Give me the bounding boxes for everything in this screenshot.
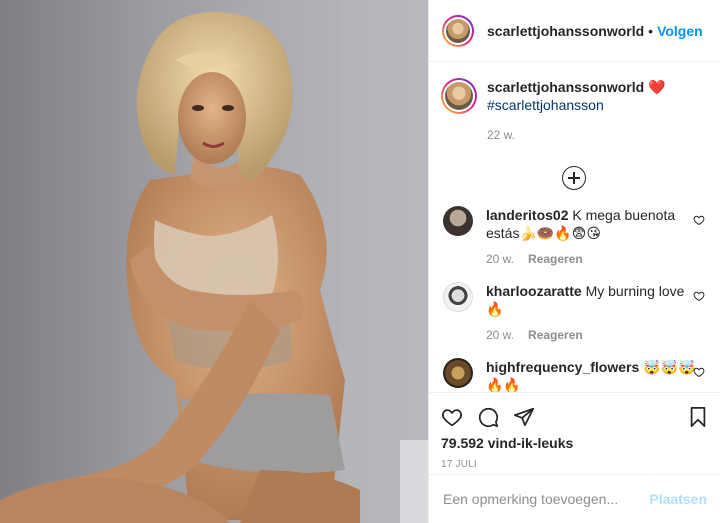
post-photo-illustration: [0, 0, 428, 523]
comment-avatar[interactable]: [443, 358, 473, 388]
bookmark-icon[interactable]: [687, 406, 709, 428]
comment-item: highfrequency_flowers 🤯🤯🤯🔥🔥: [441, 358, 707, 392]
add-comment-bar: Plaatsen: [429, 474, 720, 523]
follow-button[interactable]: Volgen: [657, 23, 703, 39]
header-username[interactable]: scarlettjohanssonworld: [487, 23, 644, 39]
comment-bubble-icon[interactable]: [477, 406, 499, 428]
comments-list[interactable]: scarlettjohanssonworld ❤️ #scarlettjohan…: [429, 62, 720, 392]
comment-input[interactable]: [443, 491, 650, 507]
comment-username[interactable]: landeritos02: [486, 207, 568, 223]
share-send-icon[interactable]: [513, 406, 535, 428]
heart-icon[interactable]: [693, 214, 705, 226]
likes-count[interactable]: 79.592 vind-ik-leuks: [441, 435, 709, 451]
separator-dot: •: [648, 22, 654, 39]
avatar[interactable]: [442, 14, 474, 47]
load-more-comments-icon[interactable]: [562, 166, 586, 190]
reply-button[interactable]: Reageren: [528, 328, 583, 342]
post-comment-button[interactable]: Plaatsen: [649, 491, 707, 507]
comment-username[interactable]: kharloozaratte: [486, 283, 582, 299]
caption-username[interactable]: scarlettjohanssonworld: [487, 79, 644, 95]
post-header: scarlettjohanssonworld • Volgen: [429, 0, 720, 62]
post-caption: scarlettjohanssonworld ❤️ #scarlettjohan…: [441, 78, 707, 144]
heart-icon[interactable]: [693, 290, 705, 302]
caption-time[interactable]: 22 w.: [487, 126, 665, 144]
caption-text: ❤️: [648, 79, 666, 95]
post-photo[interactable]: [0, 0, 428, 523]
comment-username[interactable]: highfrequency_flowers: [486, 359, 639, 375]
avatar-image: [446, 18, 470, 43]
comment-time[interactable]: 20 w.: [486, 252, 514, 266]
comment-item: kharloozaratte My burning love🔥 20 w. Rea…: [441, 282, 707, 344]
caption-hashtag[interactable]: #scarlettjohansson: [487, 96, 665, 114]
heart-icon[interactable]: [693, 366, 705, 378]
post-sidebar: scarlettjohanssonworld • Volgen scarlett…: [428, 0, 720, 523]
reply-button[interactable]: Reageren: [528, 252, 583, 266]
comment-item: landeritos02 K mega buenota estás🍌🍩🔥😨😘 2…: [441, 206, 707, 268]
comment-avatar[interactable]: [443, 282, 473, 312]
post-actions: 79.592 vind-ik-leuks 17 JULI: [429, 392, 720, 474]
like-heart-icon[interactable]: [441, 406, 463, 428]
comment-avatar[interactable]: [443, 206, 473, 236]
post-date[interactable]: 17 JULI: [441, 459, 709, 470]
caption-avatar[interactable]: [441, 78, 477, 114]
comment-time[interactable]: 20 w.: [486, 328, 514, 342]
